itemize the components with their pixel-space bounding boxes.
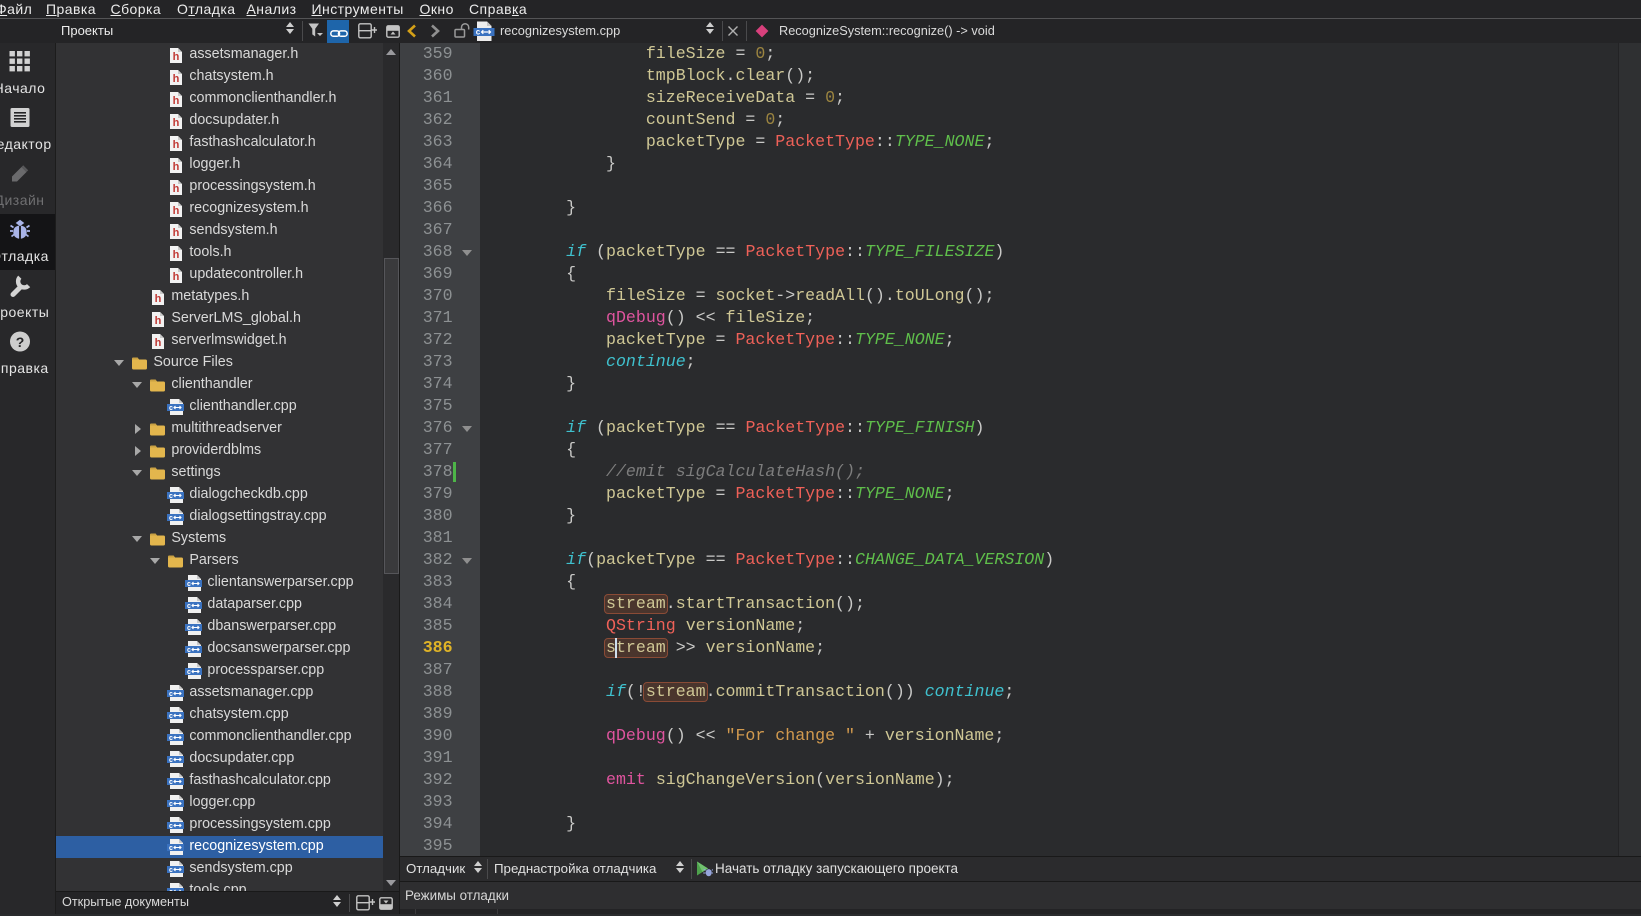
svg-text:h: h — [173, 161, 180, 173]
svg-text:h: h — [155, 293, 162, 305]
svg-text:h: h — [155, 315, 162, 327]
svg-text:h: h — [173, 205, 180, 217]
svg-text:h: h — [173, 183, 180, 195]
svg-text:c: c — [169, 493, 173, 500]
svg-text:c: c — [187, 647, 191, 654]
svg-text:c: c — [187, 669, 191, 676]
svg-text:c: c — [169, 515, 173, 522]
svg-text:h: h — [173, 95, 180, 107]
svg-text:c: c — [187, 625, 191, 632]
svg-text:h: h — [173, 51, 180, 63]
svg-text:c: c — [169, 867, 173, 874]
svg-text:h: h — [173, 227, 180, 239]
svg-text:c: c — [169, 405, 173, 412]
svg-text:h: h — [155, 337, 162, 349]
svg-text:c: c — [169, 691, 173, 698]
svg-text:c: c — [169, 735, 173, 742]
svg-text:h: h — [173, 249, 180, 261]
svg-text:h: h — [173, 139, 180, 151]
svg-text:h: h — [173, 73, 180, 85]
svg-text:c: c — [169, 713, 173, 720]
svg-text:h: h — [173, 117, 180, 129]
svg-text:c: c — [169, 823, 173, 830]
svg-text:c: c — [169, 845, 173, 852]
svg-text:h: h — [173, 271, 180, 283]
svg-text:c: c — [476, 28, 481, 37]
svg-text:c: c — [187, 581, 191, 588]
svg-text:c: c — [169, 779, 173, 786]
svg-text:?: ? — [16, 334, 25, 350]
svg-text:c: c — [169, 757, 173, 764]
svg-text:c: c — [169, 801, 173, 808]
svg-text:c: c — [187, 603, 191, 610]
